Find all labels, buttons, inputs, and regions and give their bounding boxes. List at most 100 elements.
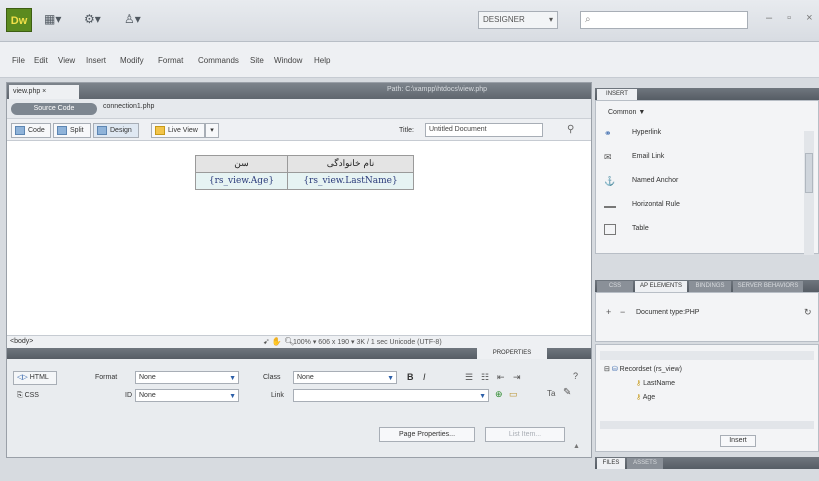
id-select[interactable]: None ▼: [135, 389, 239, 402]
indent-icon[interactable]: ⇥: [513, 372, 521, 383]
insert-scrollbar[interactable]: [804, 131, 814, 255]
menu-site[interactable]: Site: [250, 56, 264, 65]
tab-assets[interactable]: ASSETS: [627, 458, 663, 469]
design-canvas[interactable]: سن نام خانوادگی {rs_view.Age} {rs_view.L…: [7, 141, 591, 335]
bold-button[interactable]: B: [407, 372, 414, 382]
bindings-scrollbar[interactable]: [600, 421, 814, 429]
insert-email-link[interactable]: ✉ Email Link: [602, 147, 802, 169]
menu-edit[interactable]: Edit: [34, 56, 48, 65]
list-item-button[interactable]: List Item...: [485, 427, 565, 442]
refresh-icon[interactable]: ↻: [804, 307, 812, 318]
field-icon: ⚷: [636, 380, 642, 387]
menu-format[interactable]: Format: [158, 56, 183, 65]
field-node[interactable]: ⚷ LastName: [636, 379, 675, 387]
site-icon[interactable]: ♙▾: [124, 12, 141, 28]
menu-help[interactable]: Help: [314, 56, 330, 65]
insert-hyperlink[interactable]: ⚭ Hyperlink: [602, 123, 802, 145]
unordered-list-icon[interactable]: ☰: [465, 372, 473, 383]
menu-modify[interactable]: Modify: [120, 56, 144, 65]
bindings-column-header: [600, 351, 814, 360]
document-window: view.php × Path: C:\xampp\htdocs\view.ph…: [6, 82, 592, 458]
tab-properties[interactable]: PROPERTIES: [477, 348, 547, 359]
anchor-icon: ⚓: [604, 176, 616, 186]
table-header-cell[interactable]: سن: [195, 155, 288, 173]
workspace-label: DESIGNER: [483, 15, 525, 24]
format-value: None: [139, 374, 156, 381]
insert-item-label: Horizontal Rule: [632, 201, 680, 208]
scrollbar-thumb[interactable]: [805, 153, 813, 193]
insert-horizontal-rule[interactable]: Horizontal Rule: [602, 195, 802, 217]
tab-files[interactable]: FILES: [597, 458, 625, 469]
hyperlink-icon: ⚭: [604, 128, 612, 138]
tag-selector[interactable]: <body>: [10, 338, 33, 345]
insert-item-label: Table: [632, 225, 649, 232]
class-select[interactable]: None ▼: [293, 371, 397, 384]
link-input[interactable]: ▼: [293, 389, 489, 402]
outdent-icon[interactable]: ⇤: [497, 372, 505, 383]
select-tool-icon[interactable]: ➹ ✋ 🔍︎: [263, 337, 294, 346]
format-select[interactable]: None ▼: [135, 371, 239, 384]
design-view-button[interactable]: Design: [93, 123, 139, 138]
ordered-list-icon[interactable]: ☷: [481, 372, 489, 383]
design-view-label: Design: [110, 127, 132, 134]
insert-category-select[interactable]: Common ▼: [608, 109, 645, 116]
help-icon[interactable]: ?: [573, 371, 578, 381]
collapse-icon[interactable]: ▲: [573, 443, 580, 450]
source-code-button[interactable]: Source Code: [11, 103, 97, 115]
browser-check-icon[interactable]: ⚲: [567, 124, 574, 135]
split-view-button[interactable]: Split: [53, 123, 91, 138]
status-info: 100% ▾ 606 x 190 ▾ 3K / 1 sec Unicode (U…: [293, 339, 442, 346]
html-mode-label: HTML: [29, 374, 49, 381]
insert-named-anchor[interactable]: ⚓ Named Anchor: [602, 171, 802, 193]
field-label: Age: [642, 394, 656, 401]
tab-bindings[interactable]: BINDINGS: [689, 281, 731, 292]
insert-table[interactable]: Table: [602, 219, 802, 241]
layout-icon[interactable]: ▦▾: [44, 12, 61, 28]
menu-view[interactable]: View: [58, 56, 75, 65]
tab-insert[interactable]: INSERT: [597, 89, 637, 100]
insert-binding-button[interactable]: Insert: [720, 435, 756, 447]
remove-icon[interactable]: −: [620, 307, 625, 317]
document-toolbar: Code Split Design Live View ▾ Title: Unt…: [7, 119, 591, 141]
extend-icon[interactable]: ⚙▾: [84, 12, 101, 28]
browse-folder-icon[interactable]: ▭: [509, 389, 518, 400]
italic-button[interactable]: I: [423, 372, 426, 382]
table-header-row: سن نام خانوادگی: [195, 155, 414, 173]
table-header-cell[interactable]: نام خانوادگی: [287, 155, 414, 173]
search-input[interactable]: ⌕: [580, 11, 748, 29]
point-to-file-icon[interactable]: ⊕: [495, 389, 503, 400]
code-view-button[interactable]: Code: [11, 123, 51, 138]
table-cell[interactable]: {rs_view.LastName}: [287, 172, 414, 190]
class-value: None: [297, 374, 314, 381]
document-tab[interactable]: view.php ×: [9, 85, 79, 99]
menu-commands[interactable]: Commands: [198, 56, 239, 65]
field-icon: ⚷: [636, 394, 642, 401]
bindings-panel: ⊟ ⛁ Recordset (rs_view) ⚷ LastName ⚷ Age…: [595, 344, 819, 452]
live-view-button[interactable]: Live View: [151, 123, 205, 138]
tab-server-behaviors[interactable]: SERVER BEHAVIORS: [733, 281, 803, 292]
quick-tag-editor-icon[interactable]: ✎: [563, 387, 571, 398]
table-cell[interactable]: {rs_view.Age}: [195, 172, 288, 190]
page-properties-button[interactable]: Page Properties...: [379, 427, 475, 442]
target-icon[interactable]: Ta: [547, 389, 555, 398]
add-icon[interactable]: +: [606, 307, 611, 317]
data-table[interactable]: سن نام خانوادگی {rs_view.Age} {rs_view.L…: [195, 155, 414, 190]
workspace-switcher[interactable]: DESIGNER ▾: [478, 11, 558, 29]
format-label: Format: [95, 374, 118, 381]
field-node[interactable]: ⚷ Age: [636, 393, 655, 401]
css-mode-button[interactable]: ⎘ CSS: [13, 389, 57, 403]
live-view-icon: [155, 126, 165, 135]
window-controls[interactable]: – ▫ ×: [766, 12, 819, 24]
menu-window[interactable]: Window: [274, 56, 302, 65]
tab-css-styles[interactable]: CSS STYLES: [597, 281, 633, 300]
menu-insert[interactable]: Insert: [86, 56, 106, 65]
menu-file[interactable]: File: [12, 56, 25, 65]
html-mode-button[interactable]: ◁▷ HTML: [13, 371, 57, 385]
related-file-link[interactable]: connection1.php: [103, 103, 154, 110]
live-view-options-button[interactable]: ▾: [205, 123, 219, 138]
recordset-node[interactable]: ⊟ ⛁ Recordset (rs_view): [604, 365, 682, 373]
related-files-bar: Source Code connection1.php: [7, 99, 591, 119]
tab-ap-elements[interactable]: AP ELEMENTS: [635, 281, 687, 292]
title-input[interactable]: Untitled Document: [425, 123, 543, 137]
horizontal-rule-icon: [604, 206, 616, 208]
